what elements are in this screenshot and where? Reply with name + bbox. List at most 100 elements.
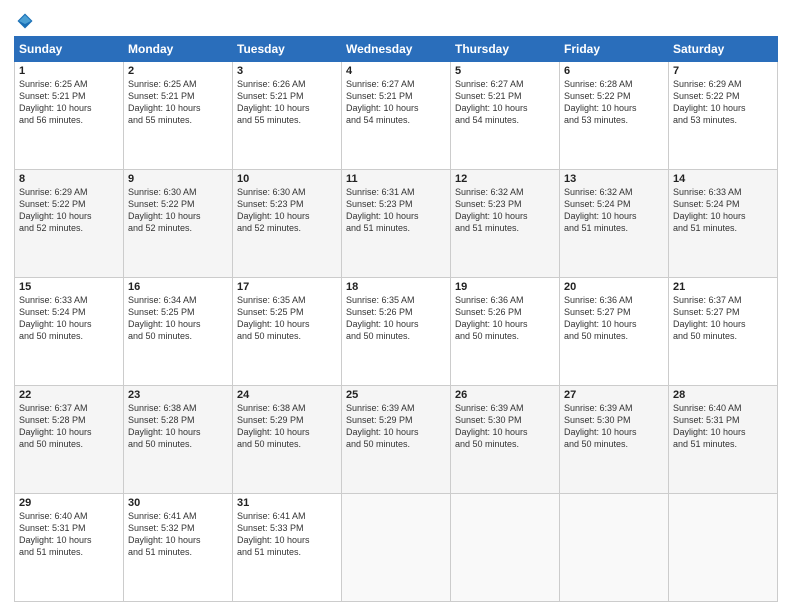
day-info: Sunrise: 6:34 AMSunset: 5:25 PMDaylight:… bbox=[128, 295, 201, 341]
day-info: Sunrise: 6:29 AMSunset: 5:22 PMDaylight:… bbox=[673, 79, 746, 125]
day-number: 26 bbox=[455, 389, 555, 401]
day-info: Sunrise: 6:27 AMSunset: 5:21 PMDaylight:… bbox=[346, 79, 419, 125]
calendar-cell: 5 Sunrise: 6:27 AMSunset: 5:21 PMDayligh… bbox=[451, 62, 560, 170]
calendar-cell: 12 Sunrise: 6:32 AMSunset: 5:23 PMDaylig… bbox=[451, 170, 560, 278]
day-number: 13 bbox=[564, 173, 664, 185]
day-info: Sunrise: 6:32 AMSunset: 5:23 PMDaylight:… bbox=[455, 187, 528, 233]
calendar-cell: 25 Sunrise: 6:39 AMSunset: 5:29 PMDaylig… bbox=[342, 386, 451, 494]
day-number: 28 bbox=[673, 389, 773, 401]
calendar-cell: 30 Sunrise: 6:41 AMSunset: 5:32 PMDaylig… bbox=[124, 494, 233, 602]
calendar-cell: 21 Sunrise: 6:37 AMSunset: 5:27 PMDaylig… bbox=[669, 278, 778, 386]
calendar-cell: 15 Sunrise: 6:33 AMSunset: 5:24 PMDaylig… bbox=[15, 278, 124, 386]
calendar-cell: 20 Sunrise: 6:36 AMSunset: 5:27 PMDaylig… bbox=[560, 278, 669, 386]
day-number: 7 bbox=[673, 65, 773, 77]
calendar-table: SundayMondayTuesdayWednesdayThursdayFrid… bbox=[14, 36, 778, 602]
logo bbox=[14, 14, 34, 30]
day-info: Sunrise: 6:30 AMSunset: 5:22 PMDaylight:… bbox=[128, 187, 201, 233]
day-number: 8 bbox=[19, 173, 119, 185]
day-number: 1 bbox=[19, 65, 119, 77]
calendar-cell bbox=[560, 494, 669, 602]
calendar-cell: 1 Sunrise: 6:25 AMSunset: 5:21 PMDayligh… bbox=[15, 62, 124, 170]
day-number: 11 bbox=[346, 173, 446, 185]
day-number: 12 bbox=[455, 173, 555, 185]
calendar-cell: 13 Sunrise: 6:32 AMSunset: 5:24 PMDaylig… bbox=[560, 170, 669, 278]
calendar-cell: 17 Sunrise: 6:35 AMSunset: 5:25 PMDaylig… bbox=[233, 278, 342, 386]
day-info: Sunrise: 6:36 AMSunset: 5:26 PMDaylight:… bbox=[455, 295, 528, 341]
day-number: 29 bbox=[19, 497, 119, 509]
day-info: Sunrise: 6:35 AMSunset: 5:26 PMDaylight:… bbox=[346, 295, 419, 341]
calendar-cell: 9 Sunrise: 6:30 AMSunset: 5:22 PMDayligh… bbox=[124, 170, 233, 278]
calendar-cell: 14 Sunrise: 6:33 AMSunset: 5:24 PMDaylig… bbox=[669, 170, 778, 278]
calendar-week-5: 29 Sunrise: 6:40 AMSunset: 5:31 PMDaylig… bbox=[15, 494, 778, 602]
day-number: 10 bbox=[237, 173, 337, 185]
calendar-cell: 6 Sunrise: 6:28 AMSunset: 5:22 PMDayligh… bbox=[560, 62, 669, 170]
day-info: Sunrise: 6:31 AMSunset: 5:23 PMDaylight:… bbox=[346, 187, 419, 233]
calendar-week-1: 1 Sunrise: 6:25 AMSunset: 5:21 PMDayligh… bbox=[15, 62, 778, 170]
day-number: 31 bbox=[237, 497, 337, 509]
day-info: Sunrise: 6:35 AMSunset: 5:25 PMDaylight:… bbox=[237, 295, 310, 341]
day-number: 20 bbox=[564, 281, 664, 293]
day-number: 6 bbox=[564, 65, 664, 77]
day-info: Sunrise: 6:33 AMSunset: 5:24 PMDaylight:… bbox=[19, 295, 92, 341]
day-info: Sunrise: 6:37 AMSunset: 5:28 PMDaylight:… bbox=[19, 403, 92, 449]
day-number: 4 bbox=[346, 65, 446, 77]
header bbox=[14, 10, 778, 30]
day-number: 9 bbox=[128, 173, 228, 185]
day-of-week-tuesday: Tuesday bbox=[233, 37, 342, 62]
day-number: 27 bbox=[564, 389, 664, 401]
calendar-week-4: 22 Sunrise: 6:37 AMSunset: 5:28 PMDaylig… bbox=[15, 386, 778, 494]
day-number: 30 bbox=[128, 497, 228, 509]
day-info: Sunrise: 6:30 AMSunset: 5:23 PMDaylight:… bbox=[237, 187, 310, 233]
logo-icon bbox=[16, 12, 34, 30]
day-info: Sunrise: 6:26 AMSunset: 5:21 PMDaylight:… bbox=[237, 79, 310, 125]
day-number: 17 bbox=[237, 281, 337, 293]
day-number: 14 bbox=[673, 173, 773, 185]
day-number: 15 bbox=[19, 281, 119, 293]
calendar-cell: 10 Sunrise: 6:30 AMSunset: 5:23 PMDaylig… bbox=[233, 170, 342, 278]
calendar-cell: 27 Sunrise: 6:39 AMSunset: 5:30 PMDaylig… bbox=[560, 386, 669, 494]
day-info: Sunrise: 6:40 AMSunset: 5:31 PMDaylight:… bbox=[673, 403, 746, 449]
calendar-cell: 7 Sunrise: 6:29 AMSunset: 5:22 PMDayligh… bbox=[669, 62, 778, 170]
calendar-week-2: 8 Sunrise: 6:29 AMSunset: 5:22 PMDayligh… bbox=[15, 170, 778, 278]
calendar-cell bbox=[342, 494, 451, 602]
logo-text bbox=[14, 14, 34, 30]
day-info: Sunrise: 6:41 AMSunset: 5:33 PMDaylight:… bbox=[237, 511, 310, 557]
day-number: 16 bbox=[128, 281, 228, 293]
day-number: 22 bbox=[19, 389, 119, 401]
day-of-week-saturday: Saturday bbox=[669, 37, 778, 62]
calendar-cell: 11 Sunrise: 6:31 AMSunset: 5:23 PMDaylig… bbox=[342, 170, 451, 278]
day-info: Sunrise: 6:29 AMSunset: 5:22 PMDaylight:… bbox=[19, 187, 92, 233]
day-number: 21 bbox=[673, 281, 773, 293]
day-number: 18 bbox=[346, 281, 446, 293]
calendar-cell bbox=[451, 494, 560, 602]
day-info: Sunrise: 6:25 AMSunset: 5:21 PMDaylight:… bbox=[128, 79, 201, 125]
day-info: Sunrise: 6:41 AMSunset: 5:32 PMDaylight:… bbox=[128, 511, 201, 557]
calendar-cell: 23 Sunrise: 6:38 AMSunset: 5:28 PMDaylig… bbox=[124, 386, 233, 494]
calendar-cell: 31 Sunrise: 6:41 AMSunset: 5:33 PMDaylig… bbox=[233, 494, 342, 602]
day-number: 19 bbox=[455, 281, 555, 293]
day-of-week-thursday: Thursday bbox=[451, 37, 560, 62]
day-info: Sunrise: 6:32 AMSunset: 5:24 PMDaylight:… bbox=[564, 187, 637, 233]
day-info: Sunrise: 6:36 AMSunset: 5:27 PMDaylight:… bbox=[564, 295, 637, 341]
day-number: 23 bbox=[128, 389, 228, 401]
calendar-cell: 24 Sunrise: 6:38 AMSunset: 5:29 PMDaylig… bbox=[233, 386, 342, 494]
calendar-cell: 16 Sunrise: 6:34 AMSunset: 5:25 PMDaylig… bbox=[124, 278, 233, 386]
day-of-week-monday: Monday bbox=[124, 37, 233, 62]
calendar-cell: 26 Sunrise: 6:39 AMSunset: 5:30 PMDaylig… bbox=[451, 386, 560, 494]
day-of-week-wednesday: Wednesday bbox=[342, 37, 451, 62]
calendar-cell: 3 Sunrise: 6:26 AMSunset: 5:21 PMDayligh… bbox=[233, 62, 342, 170]
day-info: Sunrise: 6:33 AMSunset: 5:24 PMDaylight:… bbox=[673, 187, 746, 233]
day-number: 24 bbox=[237, 389, 337, 401]
day-number: 3 bbox=[237, 65, 337, 77]
calendar-cell: 19 Sunrise: 6:36 AMSunset: 5:26 PMDaylig… bbox=[451, 278, 560, 386]
calendar-cell: 28 Sunrise: 6:40 AMSunset: 5:31 PMDaylig… bbox=[669, 386, 778, 494]
calendar-week-3: 15 Sunrise: 6:33 AMSunset: 5:24 PMDaylig… bbox=[15, 278, 778, 386]
calendar-cell: 4 Sunrise: 6:27 AMSunset: 5:21 PMDayligh… bbox=[342, 62, 451, 170]
day-of-week-sunday: Sunday bbox=[15, 37, 124, 62]
calendar-cell: 29 Sunrise: 6:40 AMSunset: 5:31 PMDaylig… bbox=[15, 494, 124, 602]
calendar-cell: 8 Sunrise: 6:29 AMSunset: 5:22 PMDayligh… bbox=[15, 170, 124, 278]
day-info: Sunrise: 6:28 AMSunset: 5:22 PMDaylight:… bbox=[564, 79, 637, 125]
day-info: Sunrise: 6:37 AMSunset: 5:27 PMDaylight:… bbox=[673, 295, 746, 341]
day-number: 25 bbox=[346, 389, 446, 401]
day-info: Sunrise: 6:39 AMSunset: 5:29 PMDaylight:… bbox=[346, 403, 419, 449]
